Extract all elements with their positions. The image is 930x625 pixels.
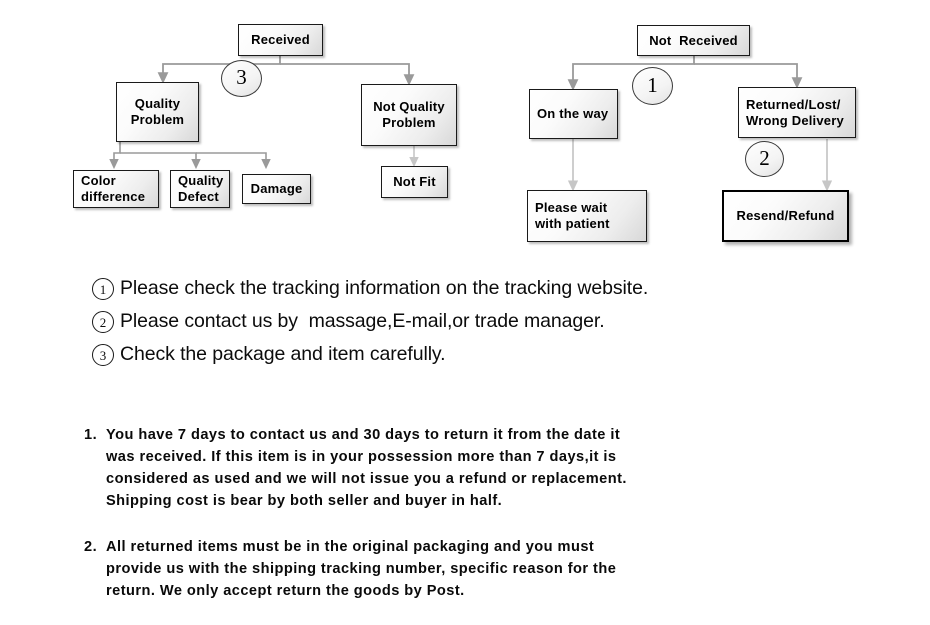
policy-item: 1. You have 7 days to contact us and 30 … <box>84 424 874 512</box>
flow-box-returned-lost-wrong-delivery[interactable]: Returned/Lost/ Wrong Delivery <box>738 87 856 138</box>
numbered-notes-list: 1 Please check the tracking information … <box>92 272 892 371</box>
flow-box-received[interactable]: Received <box>238 24 323 56</box>
policy-1-line-4: Shipping cost is bear by both seller and… <box>106 493 503 509</box>
flow-box-quality-problem-line-2: Problem <box>130 112 185 127</box>
flow-box-damage[interactable]: Damage <box>242 174 311 204</box>
policy-body-1: You have 7 days to contact us and 30 day… <box>106 424 874 512</box>
flow-box-not-fit-label: Not Fit <box>393 174 436 189</box>
flow-marker-2: 2 <box>745 141 784 177</box>
policy-terms-list: 1. You have 7 days to contact us and 30 … <box>84 424 874 625</box>
policy-1-line-2: was received. If this item is in your po… <box>106 449 617 465</box>
policy-number-1: 1. <box>84 427 98 443</box>
flow-box-damage-label: Damage <box>250 181 303 196</box>
policy-number-2: 2. <box>84 539 98 555</box>
flow-box-returned-lost-line-2: Wrong Delivery <box>746 112 844 128</box>
flow-box-resend-refund-label: Resend/Refund <box>736 208 835 223</box>
note-text-2: Please contact us by massage,E-mail,or t… <box>120 310 605 332</box>
flow-box-color-difference[interactable]: Color difference <box>73 170 159 208</box>
flow-marker-2-label: 2 <box>759 145 770 170</box>
flow-box-please-wait-line-1: Please wait <box>535 200 608 215</box>
flow-box-resend-refund[interactable]: Resend/Refund <box>722 190 849 242</box>
return-process-flowchart: Received Quality Problem Not Quality Pro… <box>0 0 930 262</box>
flow-box-not-quality-problem-line-2: Problem <box>382 115 436 130</box>
note-item: 1 Please check the tracking information … <box>92 272 892 305</box>
flow-box-quality-defect-line-2: Defect <box>178 189 219 204</box>
flow-box-not-received[interactable]: Not Received <box>637 25 750 56</box>
flow-marker-1-label: 1 <box>647 72 658 97</box>
flow-box-on-the-way[interactable]: On the way <box>529 89 618 139</box>
flow-box-color-difference-line-1: Color <box>81 173 116 188</box>
policy-2-line-1: All returned items must be in the origin… <box>106 539 595 555</box>
flow-box-on-the-way-label: On the way <box>537 106 609 121</box>
note-item: 3 Check the package and item carefully. <box>92 338 892 371</box>
policy-body-2: All returned items must be in the origin… <box>106 536 874 602</box>
return-policy-page: Received Quality Problem Not Quality Pro… <box>0 0 930 625</box>
note-text-1: Please check the tracking information on… <box>120 277 649 299</box>
policy-2-line-3: return. We only accept return the goods … <box>106 583 465 599</box>
note-text-3: Check the package and item carefully. <box>120 343 446 365</box>
flow-box-received-label: Received <box>251 32 310 47</box>
policy-1-line-1: You have 7 days to contact us and 30 day… <box>106 427 621 443</box>
flow-box-returned-lost-line-1: Returned/Lost/ <box>746 96 841 112</box>
flow-marker-3: 3 <box>221 60 262 97</box>
flow-box-not-fit[interactable]: Not Fit <box>381 166 448 198</box>
flow-box-please-wait-line-2: with patient <box>535 216 610 231</box>
flow-box-quality-problem[interactable]: Quality Problem <box>116 82 199 142</box>
flow-box-quality-problem-line-1: Quality <box>134 96 181 111</box>
flow-marker-3-label: 3 <box>236 65 247 89</box>
flow-box-quality-defect-line-1: Quality <box>178 173 224 188</box>
note-number-1: 1 <box>92 278 114 300</box>
flow-box-color-difference-line-2: difference <box>81 189 146 204</box>
note-item: 2 Please contact us by massage,E-mail,or… <box>92 305 892 338</box>
flow-marker-1: 1 <box>632 67 673 105</box>
flow-box-quality-defect[interactable]: Quality Defect <box>170 170 230 208</box>
note-number-2: 2 <box>92 311 114 333</box>
policy-item: 2. All returned items must be in the ori… <box>84 536 874 602</box>
flow-box-not-quality-problem[interactable]: Not Quality Problem <box>361 84 457 146</box>
flow-box-not-quality-problem-line-1: Not Quality <box>373 99 445 114</box>
flow-box-please-wait[interactable]: Please wait with patient <box>527 190 647 242</box>
policy-2-line-2: provide us with the shipping tracking nu… <box>106 561 617 577</box>
flow-box-not-received-label: Not Received <box>649 32 738 48</box>
note-number-3: 3 <box>92 344 114 366</box>
policy-1-line-3: considered as used and we will not issue… <box>106 471 627 487</box>
